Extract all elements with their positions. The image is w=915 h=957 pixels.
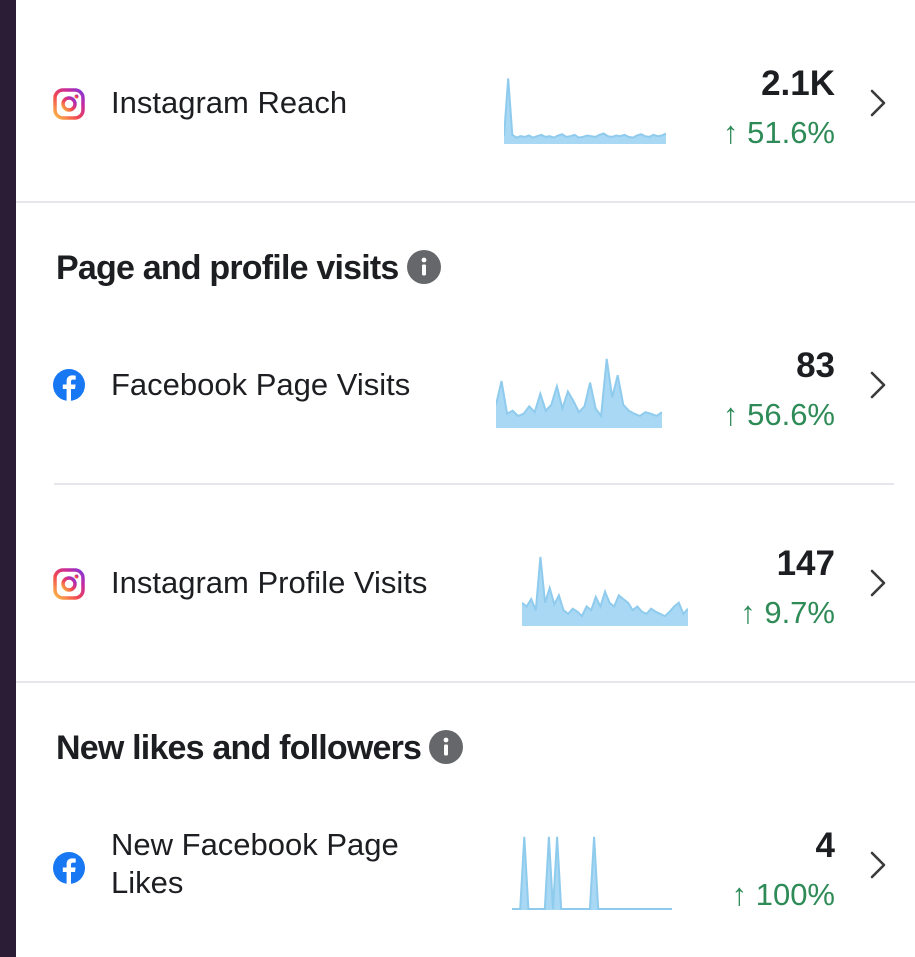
section-title-text: Page and profile visits xyxy=(56,249,399,287)
trend-line xyxy=(496,358,662,419)
metric-row-instagram-reach[interactable]: Instagram Reach 2.1K ↑ 51.6% xyxy=(16,50,915,160)
metric-value: 4 xyxy=(815,826,835,865)
trend-sparkline xyxy=(522,556,688,626)
metric-label: Instagram Reach xyxy=(111,85,348,120)
section-title-page-profile-visits: Page and profile visits xyxy=(56,248,441,288)
chevron-right-icon[interactable] xyxy=(869,850,887,880)
metric-value: 83 xyxy=(796,346,835,385)
section-title-text: New likes and followers xyxy=(56,729,422,767)
metric-label: New Facebook Page Likes xyxy=(111,827,399,900)
facebook-icon xyxy=(53,852,85,884)
metric-change: ↑ 56.6% xyxy=(722,397,835,432)
metric-change: ↑ 51.6% xyxy=(722,115,835,150)
section-divider xyxy=(16,681,915,683)
trend-sparkline xyxy=(512,836,672,910)
info-icon[interactable] xyxy=(429,730,464,765)
chevron-right-icon[interactable] xyxy=(869,568,887,598)
facebook-icon xyxy=(53,369,85,401)
chevron-right-icon[interactable] xyxy=(869,88,887,118)
trend-sparkline xyxy=(504,78,666,144)
info-icon[interactable] xyxy=(406,250,441,285)
row-divider xyxy=(54,483,894,485)
metric-label: Facebook Page Visits xyxy=(111,367,411,402)
instagram-icon xyxy=(53,88,85,120)
metric-change: ↑ 9.7% xyxy=(740,595,835,630)
metric-row-instagram-profile-visits[interactable]: Instagram Profile Visits 147 ↑ 9.7% xyxy=(16,530,915,640)
instagram-icon xyxy=(53,568,85,600)
metric-row-facebook-page-visits[interactable]: Facebook Page Visits 83 ↑ 56.6% xyxy=(16,332,915,442)
insights-panel: Instagram Reach 2.1K ↑ 51.6% Page and pr… xyxy=(16,0,915,957)
metric-value: 147 xyxy=(776,544,835,583)
trend-line xyxy=(504,78,666,139)
section-title-new-likes-followers: New likes and followers xyxy=(56,728,464,768)
metric-value: 2.1K xyxy=(761,64,835,103)
trend-area xyxy=(496,358,662,428)
trend-sparkline xyxy=(496,358,662,428)
section-divider xyxy=(16,201,915,203)
metric-change: ↑ 100% xyxy=(731,877,835,912)
metric-label: Instagram Profile Visits xyxy=(111,565,428,600)
metric-row-new-facebook-page-likes[interactable]: New Facebook Page Likes 4 ↑ 100% xyxy=(16,810,915,930)
chevron-right-icon[interactable] xyxy=(869,370,887,400)
